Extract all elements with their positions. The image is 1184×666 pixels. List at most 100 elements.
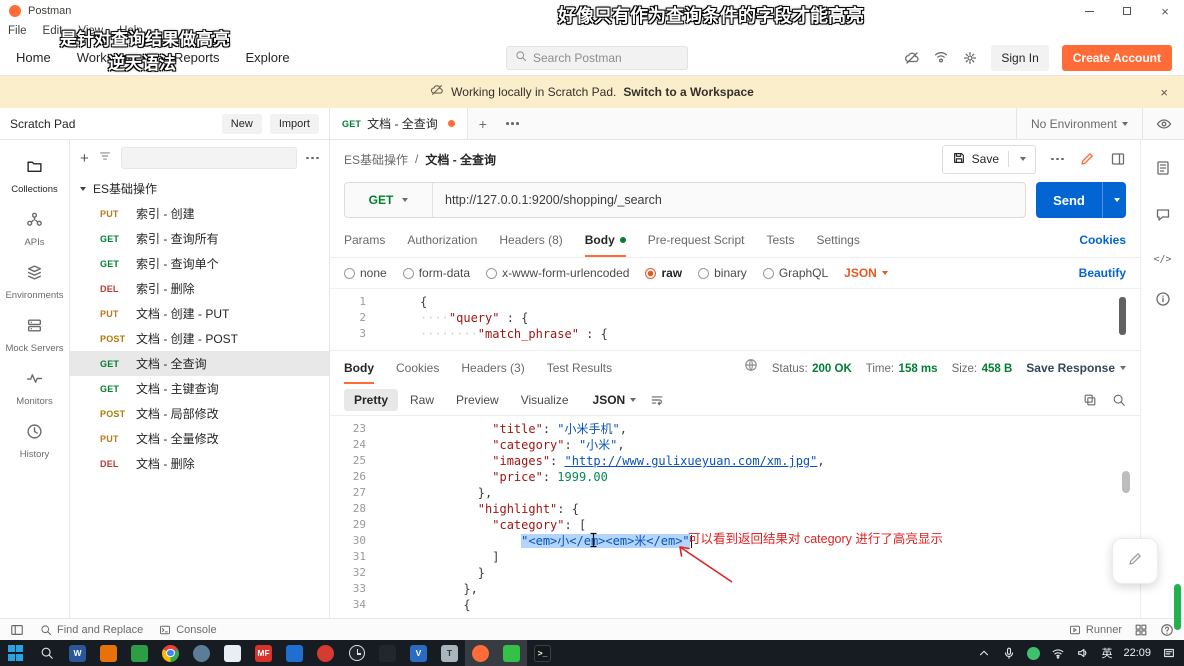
ime-indicator[interactable]: 英 <box>1101 645 1112 661</box>
body-mode-form-data[interactable]: form-data <box>403 266 470 280</box>
response-tab-body[interactable]: Body <box>344 351 374 384</box>
request-more-icon[interactable] <box>1051 158 1064 161</box>
activitybar-item-apis[interactable]: APIs <box>0 203 69 256</box>
response-body-viewer[interactable]: 23 "title": "小米手机",24 "category": "小米",2… <box>330 416 1140 618</box>
create-account-button[interactable]: Create Account <box>1062 45 1172 71</box>
collection-es-basics[interactable]: ES基础操作 <box>70 176 329 201</box>
request-item-索引-查询所有[interactable]: GET索引 - 查询所有 <box>70 226 329 251</box>
raw-language-selector[interactable]: JSON <box>844 266 888 280</box>
grid-icon[interactable] <box>1134 623 1148 637</box>
request-item-文档-主键查询[interactable]: GET文档 - 主键查询 <box>70 376 329 401</box>
wrap-text-icon[interactable] <box>650 393 664 407</box>
taskbar-mindmanager[interactable]: MF <box>248 640 279 666</box>
taskbar-clock[interactable]: 22:09 <box>1123 647 1151 659</box>
menu-item-view[interactable]: View <box>78 25 103 37</box>
body-mode-x-www-form-urlencoded[interactable]: x-www-form-urlencoded <box>486 266 629 280</box>
save-response-button[interactable]: Save Response <box>1026 361 1126 375</box>
page-scrollbar-thumb[interactable] <box>1174 584 1181 630</box>
response-view-pretty[interactable]: Pretty <box>344 389 398 411</box>
nav-item-reports[interactable]: Reports <box>174 50 220 65</box>
request-item-文档-全量修改[interactable]: PUT文档 - 全量修改 <box>70 426 329 451</box>
find-and-replace-button[interactable]: Find and Replace <box>40 624 143 636</box>
request-tab-tests[interactable]: Tests <box>766 222 794 257</box>
response-search-icon[interactable] <box>1112 393 1126 407</box>
response-view-raw[interactable]: Raw <box>400 389 444 411</box>
floating-action-button[interactable] <box>1112 538 1158 584</box>
taskbar-app-black[interactable] <box>372 640 403 666</box>
info-icon[interactable] <box>1155 291 1171 312</box>
method-selector[interactable]: GET <box>345 183 433 217</box>
collection-more-icon[interactable] <box>306 157 319 160</box>
offline-cloud-icon[interactable] <box>904 50 920 66</box>
activitybar-item-history[interactable]: History <box>0 415 69 468</box>
request-item-文档-全查询[interactable]: GET文档 - 全查询 <box>70 351 329 376</box>
request-item-索引-删除[interactable]: DEL索引 - 删除 <box>70 276 329 301</box>
taskbar-chrome[interactable] <box>155 640 186 666</box>
documentation-icon[interactable] <box>1155 160 1171 181</box>
sign-in-button[interactable]: Sign In <box>991 45 1048 71</box>
request-item-文档-局部修改[interactable]: POST文档 - 局部修改 <box>70 401 329 426</box>
search-input[interactable] <box>533 51 665 65</box>
tray-expand-icon[interactable] <box>977 646 991 660</box>
response-tab-cookies[interactable]: Cookies <box>396 351 439 384</box>
menu-item-help[interactable]: Help <box>119 25 143 37</box>
taskbar-terminal[interactable]: >_ <box>527 640 558 666</box>
taskbar-notepad[interactable] <box>217 640 248 666</box>
activitybar-item-environments[interactable]: Environments <box>0 256 69 309</box>
switch-workspace-link[interactable]: Switch to a Workspace <box>623 85 753 99</box>
global-search[interactable] <box>506 46 688 70</box>
request-tab-authorization[interactable]: Authorization <box>407 222 477 257</box>
request-body-editor[interactable]: 1{2····"query" : {3········"match_phrase… <box>330 288 1140 350</box>
tray-app-icon[interactable] <box>1027 647 1040 660</box>
new-tab-button[interactable]: + <box>468 108 498 139</box>
body-mode-none[interactable]: none <box>344 266 387 280</box>
taskbar-search[interactable] <box>31 640 62 666</box>
import-button[interactable]: Import <box>270 114 319 134</box>
menu-item-file[interactable]: File <box>8 25 27 37</box>
edit-pencil-icon[interactable] <box>1079 151 1095 167</box>
save-button[interactable]: Save <box>942 145 1036 174</box>
response-tab-headers-3[interactable]: Headers (3) <box>461 351 524 384</box>
response-view-preview[interactable]: Preview <box>446 389 509 411</box>
request-editor-scrollbar[interactable] <box>1119 297 1126 335</box>
new-button[interactable]: New <box>222 114 262 134</box>
environment-quick-look-icon[interactable] <box>1142 108 1184 139</box>
cookies-link[interactable]: Cookies <box>1079 233 1126 247</box>
request-item-文档-创建-put[interactable]: PUT文档 - 创建 - PUT <box>70 301 329 326</box>
taskbar-browser-globe[interactable] <box>186 640 217 666</box>
taskbar-app-green-2[interactable] <box>496 640 527 666</box>
response-editor-scrollbar[interactable] <box>1122 471 1130 493</box>
taskbar-typora[interactable]: T <box>434 640 465 666</box>
taskbar-start[interactable] <box>0 640 31 666</box>
help-icon[interactable] <box>1160 623 1174 637</box>
collections-search-input[interactable] <box>121 147 297 169</box>
body-mode-graphql[interactable]: GraphQL <box>763 266 828 280</box>
banner-close-icon[interactable]: × <box>1160 85 1168 100</box>
send-button[interactable]: Send <box>1036 182 1126 218</box>
response-view-visualize[interactable]: Visualize <box>511 389 579 411</box>
response-format-selector[interactable]: JSON <box>593 393 637 407</box>
request-tab-params[interactable]: Params <box>344 222 385 257</box>
taskbar-app-orange[interactable] <box>93 640 124 666</box>
activitybar-item-monitors[interactable]: Monitors <box>0 362 69 415</box>
taskbar-app-blue[interactable] <box>279 640 310 666</box>
beautify-link[interactable]: Beautify <box>1079 266 1126 280</box>
taskbar-app-green[interactable] <box>124 640 155 666</box>
minimize-button[interactable] <box>1070 0 1108 22</box>
tab-options-button[interactable] <box>498 108 528 139</box>
comments-icon[interactable] <box>1155 207 1171 228</box>
code-snippet-icon[interactable]: </> <box>1153 254 1171 265</box>
request-item-索引-创建[interactable]: PUT索引 - 创建 <box>70 201 329 226</box>
taskbar-postman[interactable] <box>465 640 496 666</box>
url-input[interactable] <box>433 193 1025 207</box>
request-item-文档-删除[interactable]: DEL文档 - 删除 <box>70 451 329 476</box>
breadcrumb-collection[interactable]: ES基础操作 <box>344 151 408 168</box>
add-collection-button[interactable]: + <box>80 150 89 167</box>
mic-icon[interactable] <box>1002 646 1016 660</box>
activitybar-item-mock-servers[interactable]: Mock Servers <box>0 309 69 362</box>
request-item-索引-查询单个[interactable]: GET索引 - 查询单个 <box>70 251 329 276</box>
layout-panel-icon[interactable] <box>1110 151 1126 167</box>
settings-gear-icon[interactable] <box>962 50 978 66</box>
volume-icon[interactable] <box>1076 646 1090 660</box>
open-request-tab[interactable]: GET 文档 - 全查询 <box>330 108 468 139</box>
